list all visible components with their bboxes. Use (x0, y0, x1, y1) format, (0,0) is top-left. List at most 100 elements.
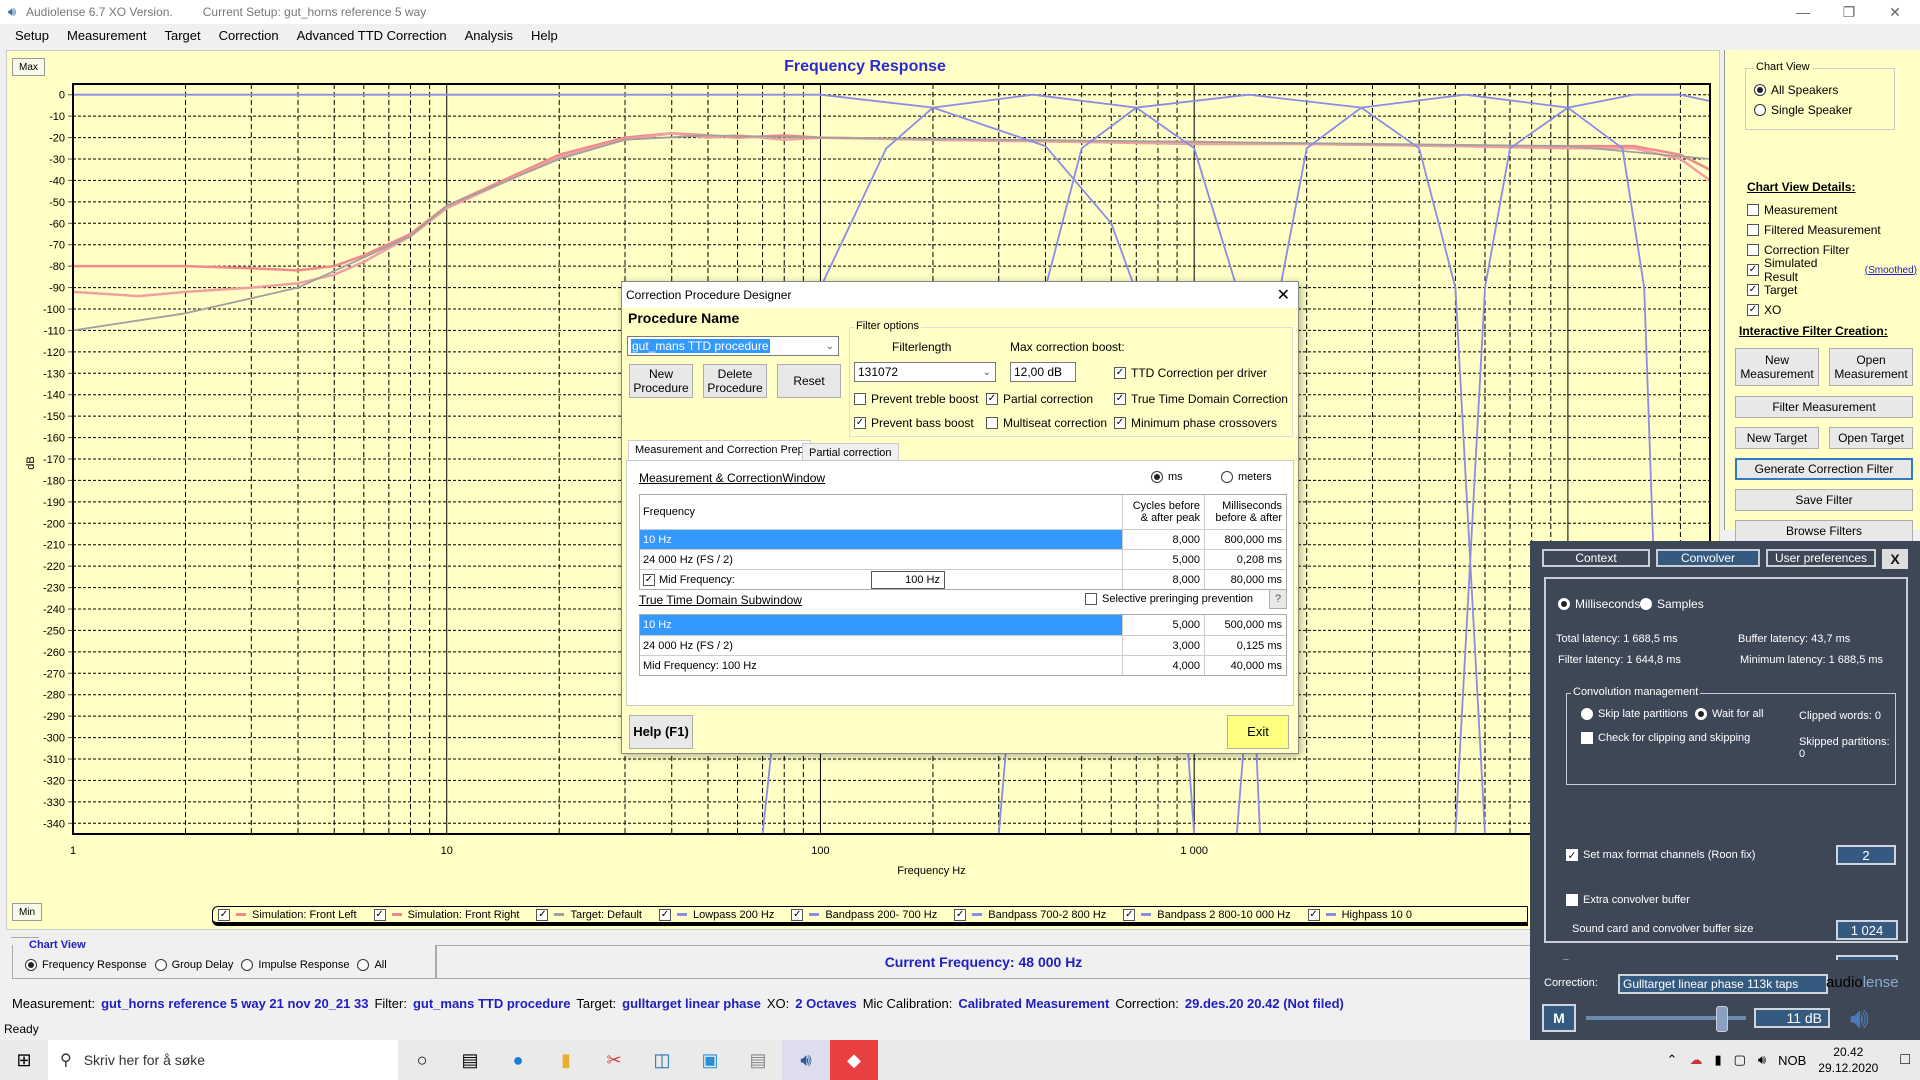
windows-start-icon[interactable]: ⊞ (0, 1040, 48, 1080)
radio-meters[interactable]: meters (1221, 471, 1272, 483)
max-boost-input[interactable]: 12,00 dB (1010, 362, 1076, 382)
check-clipping-checkbox[interactable]: Check for clipping and skipping (1581, 732, 1750, 744)
legend-item[interactable]: ✓ Highpass 10 0 (1307, 908, 1412, 921)
delete-procedure-button[interactable]: Delete Procedure (703, 364, 767, 398)
language-indicator[interactable]: NOB (1778, 1053, 1806, 1068)
minimize-button[interactable]: — (1780, 0, 1826, 24)
view-radio-impulse-response[interactable]: Impulse Response (241, 959, 349, 971)
table-row[interactable]: Mid Frequency: 100 Hz 4,000 40,000 ms (640, 655, 1286, 675)
help-button[interactable]: Help (F1) (629, 715, 693, 749)
correction-value[interactable]: Gulltarget linear phase 113k taps (1618, 974, 1828, 994)
option-prevent-treble-boost[interactable]: Prevent treble boost (854, 392, 978, 406)
detail-checkbox-filtered-measurement[interactable]: Filtered Measurement (1747, 220, 1917, 240)
battery-icon[interactable]: ▮ (1714, 1052, 1721, 1068)
task-view-icon[interactable]: ▤ (446, 1040, 494, 1080)
option-multiseat-correction[interactable]: Multiseat correction (986, 416, 1107, 430)
cell-cycles[interactable]: 8,000 (1122, 570, 1204, 589)
menu-setup[interactable]: Setup (6, 28, 58, 43)
option-prevent-bass-boost[interactable]: ✓ Prevent bass boost (854, 416, 974, 430)
menu-correction[interactable]: Correction (210, 28, 288, 43)
cloud-error-icon[interactable]: ☁ (1689, 1052, 1702, 1068)
new-procedure-button[interactable]: New Procedure (629, 364, 693, 398)
legend-item[interactable]: ✓ Target: Default (536, 908, 642, 921)
detail-checkbox-xo[interactable]: ✓ XO (1747, 300, 1917, 320)
radio-samples[interactable]: Samples (1640, 597, 1704, 611)
volume-icon[interactable]: 🔊︎ (1758, 1052, 1766, 1068)
max-channels-checkbox[interactable]: ✓ Set max format channels (Roon fix) (1566, 849, 1755, 862)
radio-milliseconds[interactable]: Milliseconds (1558, 597, 1640, 611)
cell-cycles[interactable]: 5,000 (1122, 550, 1204, 569)
option-minimum-phase-crossovers[interactable]: ✓ Minimum phase crossovers (1114, 416, 1277, 430)
legend-item[interactable]: ✓ Bandpass 2 800-10 000 Hz (1123, 908, 1291, 921)
clock[interactable]: 20.42 29.12.2020 (1818, 1044, 1878, 1076)
reset-button[interactable]: Reset (777, 364, 841, 398)
table-row[interactable]: 10 Hz 8,000 800,000 ms (640, 529, 1286, 549)
volume-slider-handle[interactable] (1716, 1006, 1728, 1032)
selective-preringing-checkbox[interactable]: Selective preringing prevention (1085, 593, 1253, 605)
tab-context[interactable]: Context (1542, 549, 1650, 567)
snipping-tool-icon[interactable]: ✂ (590, 1040, 638, 1080)
network-icon[interactable]: ▢ (1734, 1052, 1746, 1068)
cortana-icon[interactable]: ○ (398, 1040, 446, 1080)
browse-filters-button[interactable]: Browse Filters (1735, 520, 1913, 542)
radio-all-speakers[interactable]: All Speakers (1754, 83, 1886, 97)
view-radio-frequency-response[interactable]: Frequency Response (25, 959, 147, 971)
taskbar-search[interactable]: ⚲ Skriv her for å søke (48, 1040, 398, 1080)
save-filter-button[interactable]: Save Filter (1735, 489, 1913, 511)
tab-convolver[interactable]: Convolver (1656, 549, 1760, 567)
app-icon-3[interactable]: ▤ (734, 1040, 782, 1080)
new-target-button[interactable]: New Target (1735, 427, 1819, 449)
buffer-size-input[interactable]: 1 024 (1836, 920, 1898, 940)
legend-item[interactable]: ✓ Bandpass 200- 700 Hz (791, 908, 937, 921)
menu-help[interactable]: Help (522, 28, 567, 43)
legend-item[interactable]: ✓ Lowpass 200 Hz (659, 908, 774, 921)
table-row[interactable]: 24 000 Hz (FS / 2) 3,000 0,125 ms (640, 635, 1286, 655)
legend-checkbox[interactable]: ✓ (1307, 908, 1320, 921)
file-explorer-icon[interactable]: ▮ (542, 1040, 590, 1080)
menu-advanced-ttd[interactable]: Advanced TTD Correction (288, 28, 456, 43)
procedure-name-combo[interactable]: gut_mans TTD procedure ⌄ (627, 336, 839, 356)
tab-partial-correction[interactable]: Partial correction (802, 443, 899, 461)
table-row[interactable]: 24 000 Hz (FS / 2) 5,000 0,208 ms (640, 549, 1286, 569)
mute-button[interactable]: M (1542, 1004, 1576, 1032)
legend-checkbox[interactable]: ✓ (536, 908, 549, 921)
table-row[interactable]: ✓ Mid Frequency: 100 Hz 8,000 80,000 ms (640, 569, 1286, 589)
legend-checkbox[interactable]: ✓ (218, 908, 230, 921)
detail-checkbox-measurement[interactable]: Measurement (1747, 200, 1917, 220)
view-radio-group-delay[interactable]: Group Delay (154, 959, 233, 971)
cell-cycles[interactable]: 8,000 (1122, 530, 1204, 549)
legend-item[interactable]: ✓ Simulation: Front Left (218, 908, 357, 921)
cell-cycles[interactable]: 4,000 (1122, 656, 1204, 675)
dialog-close-icon[interactable]: ✕ (1277, 285, 1290, 305)
option-ttd-correction-per-driver[interactable]: ✓ TTD Correction per driver (1114, 366, 1267, 380)
radio-single-speaker[interactable]: Single Speaker (1754, 103, 1886, 117)
legend-checkbox[interactable]: ✓ (1123, 908, 1136, 921)
legend-item[interactable]: ✓ Bandpass 700-2 800 Hz (954, 908, 1106, 921)
menu-analysis[interactable]: Analysis (456, 28, 522, 43)
notifications-icon[interactable]: □ (1900, 1051, 1910, 1069)
radio-wait-all[interactable]: Wait for all (1695, 708, 1764, 720)
filter-measurement-button[interactable]: Filter Measurement (1735, 396, 1913, 418)
smoothed-link[interactable]: (Smoothed) (1865, 265, 1917, 276)
chevron-up-icon[interactable]: ⌃ (1667, 1052, 1678, 1068)
legend-checkbox[interactable]: ✓ (954, 908, 967, 921)
radio-ms[interactable]: ms (1151, 471, 1183, 483)
restore-button[interactable]: ❐ (1826, 0, 1872, 24)
max-channels-input[interactable]: 2 (1836, 845, 1896, 865)
help-question-button[interactable]: ? (1269, 589, 1287, 609)
legend-checkbox[interactable]: ✓ (659, 908, 671, 921)
cell-cycles[interactable]: 3,000 (1122, 636, 1204, 655)
extra-buffer-checkbox[interactable]: Extra convolver buffer (1566, 894, 1690, 906)
option-partial-correction[interactable]: ✓ Partial correction (986, 392, 1093, 406)
detail-checkbox-simulated-result[interactable]: ✓ Simulated Result (Smoothed) (1747, 256, 1917, 284)
radio-skip-late[interactable]: Skip late partitions (1581, 708, 1688, 720)
mid-frequency-checkbox[interactable]: ✓ (643, 573, 655, 586)
generate-correction-filter-button[interactable]: Generate Correction Filter (1735, 458, 1913, 480)
anydesk-icon[interactable]: ◆ (830, 1040, 878, 1080)
new-measurement-button[interactable]: New Measurement (1735, 348, 1819, 386)
view-radio-all[interactable]: All (357, 959, 387, 971)
mid-frequency-input[interactable]: 100 Hz (871, 570, 945, 589)
menu-target[interactable]: Target (155, 28, 209, 43)
open-measurement-button[interactable]: Open Measurement (1829, 348, 1913, 386)
app-icon-1[interactable]: ◫ (638, 1040, 686, 1080)
